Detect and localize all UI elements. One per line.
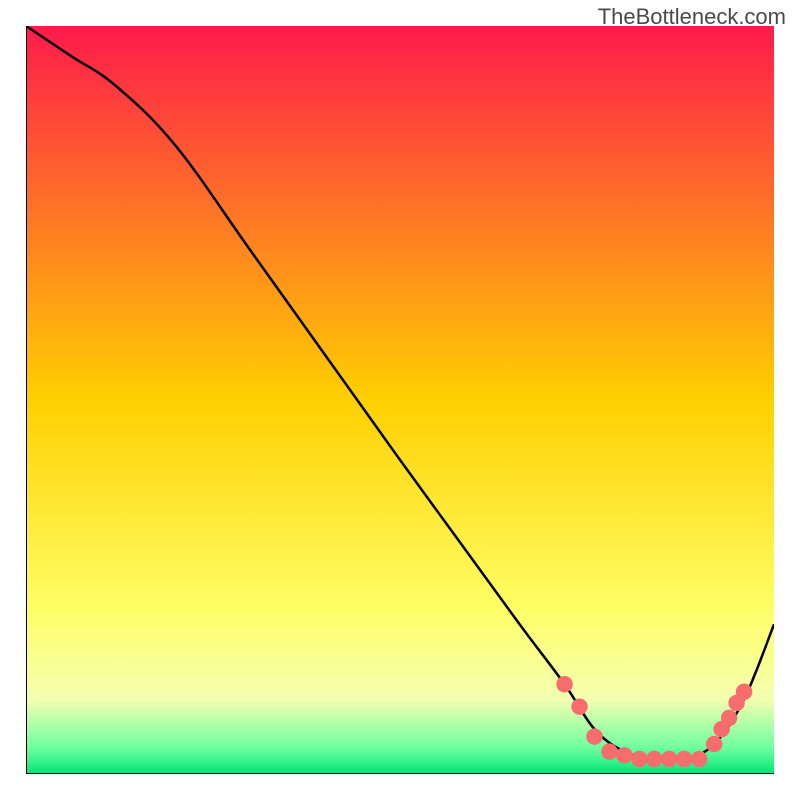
marker-dot (721, 710, 737, 726)
marker-dot (586, 728, 602, 744)
chart-root: TheBottleneck.com (0, 0, 800, 800)
chart-svg (26, 26, 774, 774)
marker-dot (676, 751, 692, 767)
watermark-text: TheBottleneck.com (598, 4, 786, 30)
chart-background (26, 26, 774, 774)
marker-dot (706, 736, 722, 752)
marker-dot (646, 751, 662, 767)
plot-area (26, 26, 774, 774)
marker-dot (736, 683, 752, 699)
marker-dot (616, 747, 632, 763)
marker-dot (691, 751, 707, 767)
marker-dot (661, 751, 677, 767)
marker-dot (556, 676, 572, 692)
marker-dot (631, 751, 647, 767)
marker-dot (601, 743, 617, 759)
marker-dot (571, 698, 587, 714)
